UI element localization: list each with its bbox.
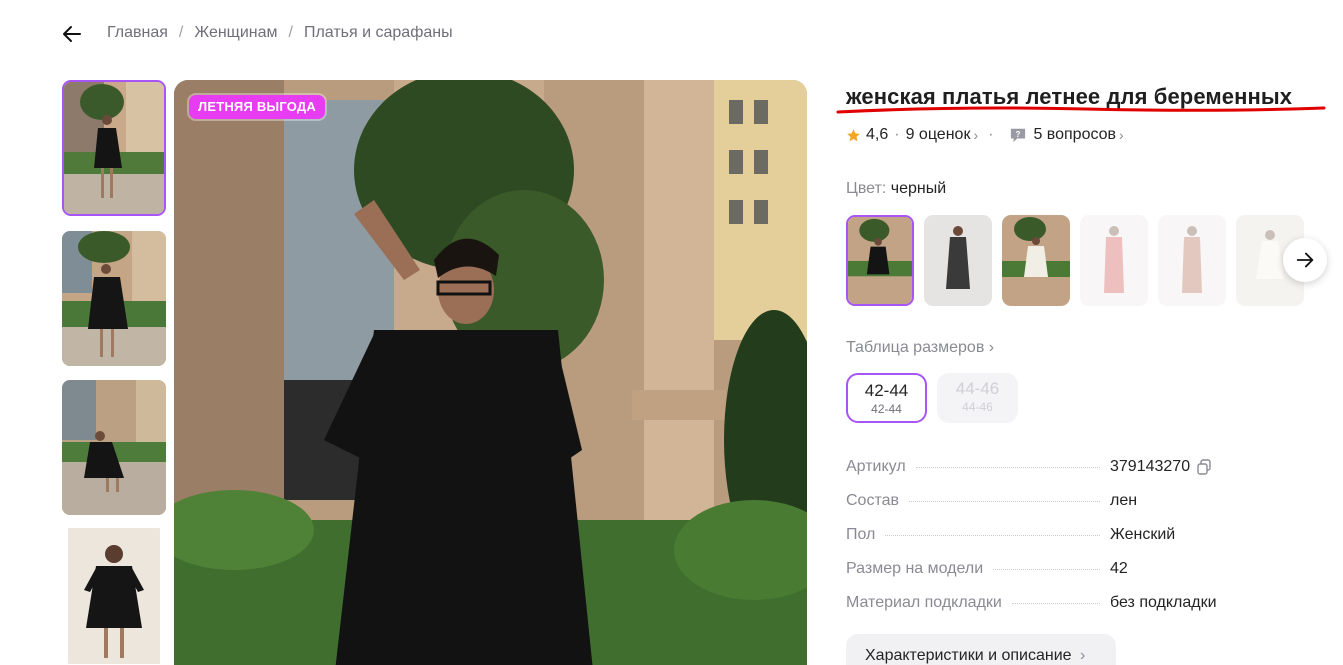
gallery-thumbnail-1[interactable] bbox=[62, 80, 166, 216]
chevron-right-icon: › bbox=[1119, 127, 1124, 143]
spec-leader bbox=[915, 467, 1100, 468]
color-swatch-3[interactable] bbox=[1002, 215, 1070, 306]
color-swatch-black[interactable] bbox=[846, 215, 914, 306]
spec-value: лен bbox=[1110, 492, 1138, 509]
spec-leader bbox=[993, 569, 1100, 570]
size-table-label: Таблица размеров bbox=[846, 339, 985, 356]
spec-key: Состав bbox=[846, 492, 899, 509]
size-label: 44-46 bbox=[955, 379, 1000, 398]
spec-value: без подкладки bbox=[1110, 594, 1217, 611]
spec-row-lining: Материал подкладки без подкладки bbox=[846, 594, 1236, 628]
article-number: 379143270 bbox=[1110, 458, 1191, 475]
rating-value: 4,6 bbox=[866, 126, 889, 143]
spec-value: Женский bbox=[1110, 526, 1176, 543]
spec-leader bbox=[885, 535, 1100, 536]
question-bubble-icon: ? bbox=[1011, 128, 1026, 143]
product-specs: Артикул 379143270 Состав лен Пол Женский… bbox=[846, 458, 1236, 628]
breadcrumb-separator: / bbox=[288, 24, 293, 41]
spec-key: Артикул bbox=[846, 458, 906, 475]
spec-row-gender: Пол Женский bbox=[846, 526, 1236, 560]
star-icon bbox=[847, 128, 860, 141]
size-table-link[interactable]: Таблица размеров › bbox=[846, 339, 994, 357]
gallery-thumbnail-3[interactable] bbox=[62, 380, 166, 515]
spec-leader bbox=[909, 501, 1100, 502]
spec-leader bbox=[1011, 603, 1100, 604]
chevron-right-icon: › bbox=[988, 339, 995, 356]
color-line: Цвет: черный bbox=[846, 180, 946, 198]
size-option-42-44[interactable]: 42-44 42-44 bbox=[846, 373, 927, 423]
questions-link[interactable]: 5 вопросов bbox=[1033, 126, 1116, 144]
separator-dot: · bbox=[988, 126, 994, 143]
color-label: Цвет: bbox=[846, 180, 887, 197]
main-product-photo[interactable] bbox=[174, 80, 807, 665]
spec-key: Материал подкладки bbox=[846, 594, 1002, 611]
chevron-right-icon: › bbox=[973, 127, 979, 143]
rating-row: 4,6 · 9 оценок › · ? 5 вопросов › bbox=[846, 126, 1124, 144]
promo-badge: ЛЕТНЯЯ ВЫГОДА bbox=[189, 95, 325, 119]
color-swatch-5[interactable] bbox=[1158, 215, 1226, 306]
color-swatch-4[interactable] bbox=[1080, 215, 1148, 306]
breadcrumb-home[interactable]: Главная bbox=[107, 24, 168, 42]
size-option-44-46[interactable]: 44-46 44-46 bbox=[937, 373, 1018, 423]
characteristics-label: Характеристики и описание bbox=[865, 647, 1072, 664]
back-arrow-icon[interactable] bbox=[60, 22, 84, 46]
size-label: 42-44 bbox=[864, 381, 909, 400]
spec-value-article: 379143270 bbox=[1110, 458, 1236, 476]
breadcrumb-dresses[interactable]: Платья и сарафаны bbox=[304, 24, 453, 42]
gallery-thumbnail-4[interactable] bbox=[62, 528, 166, 664]
chevron-right-icon: › bbox=[1079, 647, 1086, 664]
size-sublabel: 44-46 bbox=[962, 400, 993, 414]
color-value: черный bbox=[890, 180, 947, 197]
size-sublabel: 42-44 bbox=[871, 402, 902, 416]
spec-key: Размер на модели bbox=[846, 560, 984, 577]
spec-row-composition: Состав лен bbox=[846, 492, 1236, 526]
title-red-underline bbox=[836, 106, 1326, 114]
svg-text:?: ? bbox=[1016, 130, 1021, 139]
reviews-link[interactable]: 9 оценок bbox=[906, 126, 971, 144]
gallery-thumbnail-2[interactable] bbox=[62, 231, 166, 366]
copy-icon[interactable] bbox=[1196, 459, 1212, 475]
next-swatches-button[interactable] bbox=[1283, 238, 1327, 282]
spec-row-article: Артикул 379143270 bbox=[846, 458, 1236, 492]
spec-row-model-size: Размер на модели 42 bbox=[846, 560, 1236, 594]
breadcrumb-women[interactable]: Женщинам bbox=[194, 24, 277, 42]
arrow-right-icon bbox=[1296, 252, 1314, 268]
color-swatch-2[interactable] bbox=[924, 215, 992, 306]
spec-key: Пол bbox=[846, 526, 876, 543]
characteristics-button[interactable]: Характеристики и описание › bbox=[846, 634, 1116, 665]
spec-value: 42 bbox=[1110, 560, 1128, 577]
breadcrumb: Главная / Женщинам / Платья и сарафаны bbox=[107, 24, 453, 42]
breadcrumb-separator: / bbox=[178, 24, 184, 41]
separator-dot: · bbox=[894, 126, 900, 143]
